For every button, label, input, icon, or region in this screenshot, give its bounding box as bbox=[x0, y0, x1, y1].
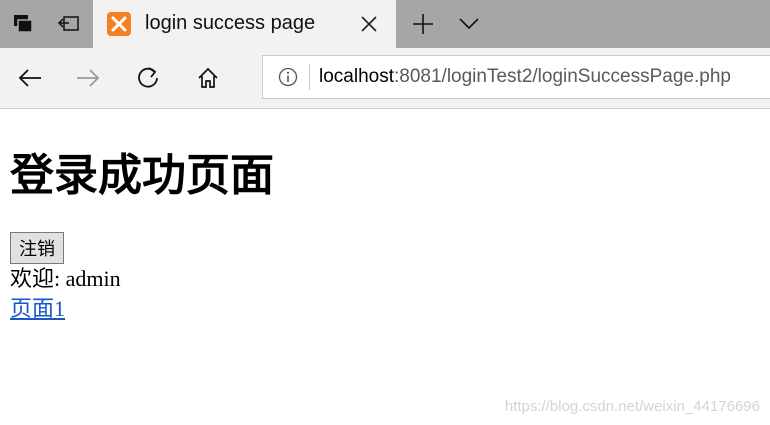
page-heading: 登录成功页面 bbox=[10, 150, 274, 201]
xampp-icon bbox=[107, 12, 131, 36]
home-button[interactable] bbox=[186, 56, 230, 100]
tab-active[interactable]: login success page bbox=[93, 0, 396, 48]
page-content: 登录成功页面 注销 欢迎: admin 页面1 bbox=[10, 110, 760, 324]
url-path: :8081/loginTest2/loginSuccessPage.php bbox=[394, 66, 731, 87]
url-text[interactable]: localhost:8081/loginTest2/loginSuccessPa… bbox=[319, 66, 731, 88]
close-icon bbox=[361, 16, 377, 32]
tab-manager-button[interactable] bbox=[0, 0, 46, 48]
tab-close-button[interactable] bbox=[357, 12, 381, 36]
back-button[interactable] bbox=[8, 56, 52, 100]
home-icon bbox=[198, 67, 218, 88]
refresh-button[interactable] bbox=[126, 56, 170, 100]
address-separator bbox=[309, 64, 310, 90]
welcome-line: 欢迎: admin bbox=[10, 264, 760, 294]
browser-toolbar: localhost:8081/loginTest2/loginSuccessPa… bbox=[0, 48, 770, 109]
arrow-right-icon bbox=[77, 69, 100, 87]
tabs-aside-icon bbox=[57, 16, 79, 31]
plus-icon bbox=[413, 14, 433, 34]
forward-button[interactable] bbox=[66, 56, 110, 100]
page1-link[interactable]: 页面1 bbox=[10, 294, 65, 324]
refresh-icon bbox=[138, 67, 158, 88]
watermark: https://blog.csdn.net/weixin_44176696 bbox=[504, 398, 760, 415]
chevron-down-icon bbox=[459, 18, 479, 30]
tab-strip: login success page bbox=[0, 0, 770, 48]
arrow-left-icon bbox=[18, 69, 41, 87]
welcome-label: 欢迎: bbox=[10, 266, 61, 291]
tab-title: login success page bbox=[145, 12, 316, 34]
stacked-windows-icon bbox=[14, 15, 33, 33]
username-text: admin bbox=[65, 266, 121, 291]
info-icon[interactable] bbox=[277, 66, 299, 88]
new-tab-button[interactable] bbox=[400, 0, 446, 48]
set-tabs-aside-button[interactable] bbox=[46, 0, 92, 48]
logout-button[interactable]: 注销 bbox=[10, 232, 64, 264]
tab-preview-button[interactable] bbox=[446, 0, 492, 48]
url-host: localhost bbox=[319, 66, 394, 87]
address-bar[interactable]: localhost:8081/loginTest2/loginSuccessPa… bbox=[262, 55, 770, 99]
